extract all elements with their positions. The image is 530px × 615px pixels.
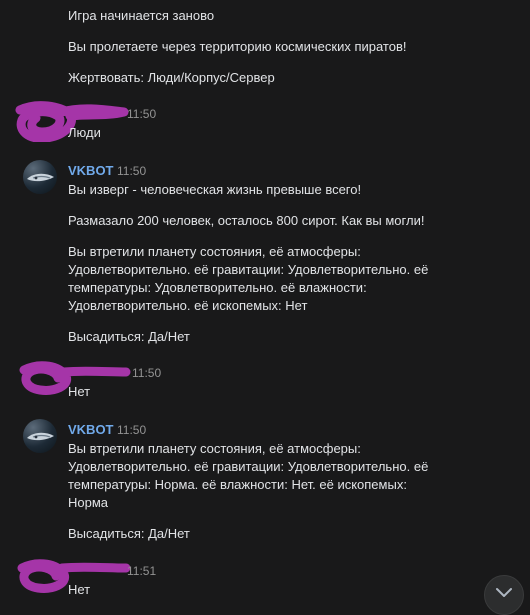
message-author[interactable]: VKBOT xyxy=(68,163,114,178)
message-text: температуры: Удовлетворительно. её влажн… xyxy=(68,280,367,295)
message-text: Размазало 200 человек, осталось 800 сиро… xyxy=(68,213,425,228)
message-text: температуры: Норма. её влажности: Нет. е… xyxy=(68,477,407,492)
scroll-down-button[interactable] xyxy=(484,575,524,615)
message-text: Нет xyxy=(68,384,91,399)
message-text: Высадиться: Да/Нет xyxy=(68,526,190,541)
message-text: Игра начинается заново xyxy=(68,8,215,23)
message-author[interactable]: VKBOT xyxy=(68,422,114,437)
message-time: 11:50 xyxy=(117,423,147,437)
message-text: Удовлетворительно. её гравитации: Удовле… xyxy=(68,459,429,474)
message-text: Вы втретили планету состояния, её атмосф… xyxy=(68,441,361,456)
chat-history: Игра начинается заново Вы пролетаете чер… xyxy=(0,0,530,615)
message-text: Удовлетворительно. её гравитации: Удовле… xyxy=(68,262,429,277)
message-time: 11:51 xyxy=(127,564,157,578)
message-text: Удовлетворительно. её ископемых: Нет xyxy=(68,298,308,313)
message-text: Нет xyxy=(68,582,91,597)
message-text: Высадиться: Да/Нет xyxy=(68,329,190,344)
message-text: Вы изверг - человеческая жизнь превыше в… xyxy=(68,182,362,197)
message-text: Вы втретили планету состояния, её атмосф… xyxy=(68,244,361,259)
message-text: Люди xyxy=(68,125,101,140)
message-text: Вы пролетаете через территорию космическ… xyxy=(68,39,407,54)
message-time: 11:50 xyxy=(127,107,157,121)
spaceship-avatar-icon[interactable] xyxy=(23,419,57,453)
message-time: 11:50 xyxy=(132,366,162,380)
spaceship-avatar-icon[interactable] xyxy=(23,160,57,194)
message-time: 11:50 xyxy=(117,164,147,178)
chevron-down-icon xyxy=(496,588,512,597)
message-text: Жертвовать: Люди/Корпус/Сервер xyxy=(68,70,275,85)
message-text: Норма xyxy=(68,495,109,510)
